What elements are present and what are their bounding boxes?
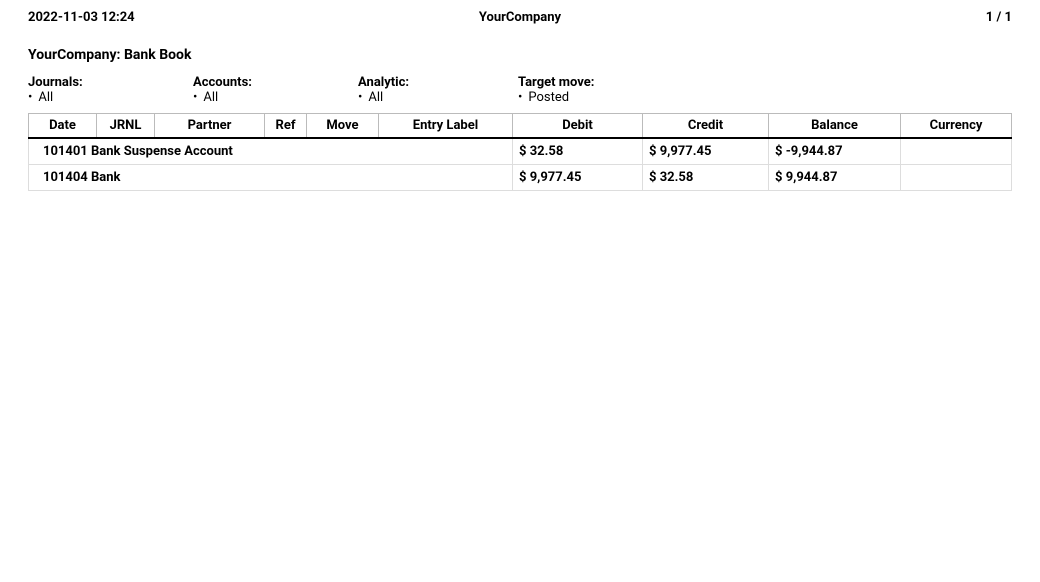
cell-currency xyxy=(901,138,1012,165)
table-header-row: Date JRNL Partner Ref Move Entry Label D… xyxy=(29,114,1012,139)
col-entry-label: Entry Label xyxy=(379,114,513,139)
filter-journals: Journals: All xyxy=(28,75,193,105)
cell-debit: $ 9,977.45 xyxy=(513,165,643,191)
cell-debit: $ 32.58 xyxy=(513,138,643,165)
filter-target-move-value: Posted xyxy=(518,90,683,105)
table-row: 101401 Bank Suspense Account $ 32.58 $ 9… xyxy=(29,138,1012,165)
filter-journals-label: Journals: xyxy=(28,75,193,90)
cell-credit: $ 9,977.45 xyxy=(643,138,769,165)
col-debit: Debit xyxy=(513,114,643,139)
bank-book-table: Date JRNL Partner Ref Move Entry Label D… xyxy=(28,113,1012,191)
filter-target-move-label: Target move: xyxy=(518,75,683,90)
report-title: YourCompany: Bank Book xyxy=(28,47,1012,63)
filter-analytic-label: Analytic: xyxy=(358,75,518,90)
header-pagination: 1 / 1 xyxy=(684,10,1012,25)
col-jrnl: JRNL xyxy=(97,114,155,139)
col-balance: Balance xyxy=(769,114,901,139)
filter-journals-value: All xyxy=(28,90,193,105)
cell-credit: $ 32.58 xyxy=(643,165,769,191)
page-header: 2022-11-03 12:24 YourCompany 1 / 1 xyxy=(28,10,1012,25)
filter-target-move: Target move: Posted xyxy=(518,75,683,105)
filter-accounts-value: All xyxy=(193,90,358,105)
col-partner: Partner xyxy=(155,114,265,139)
page-total: 1 xyxy=(1005,10,1012,25)
col-currency: Currency xyxy=(901,114,1012,139)
header-datetime: 2022-11-03 12:24 xyxy=(28,10,356,25)
filter-analytic-value: All xyxy=(358,90,518,105)
account-name: 101404 Bank xyxy=(29,165,513,191)
filter-accounts: Accounts: All xyxy=(193,75,358,105)
header-company: YourCompany xyxy=(356,10,684,25)
filter-analytic: Analytic: All xyxy=(358,75,518,105)
col-date: Date xyxy=(29,114,97,139)
table-row: 101404 Bank $ 9,977.45 $ 32.58 $ 9,944.8… xyxy=(29,165,1012,191)
account-name: 101401 Bank Suspense Account xyxy=(29,138,513,165)
cell-balance: $ 9,944.87 xyxy=(769,165,901,191)
col-move: Move xyxy=(307,114,379,139)
filters-row: Journals: All Accounts: All Analytic: Al… xyxy=(28,75,1012,105)
page-sep: / xyxy=(993,10,1004,25)
cell-currency xyxy=(901,165,1012,191)
cell-balance: $ -9,944.87 xyxy=(769,138,901,165)
filter-accounts-label: Accounts: xyxy=(193,75,358,90)
col-credit: Credit xyxy=(643,114,769,139)
col-ref: Ref xyxy=(265,114,307,139)
